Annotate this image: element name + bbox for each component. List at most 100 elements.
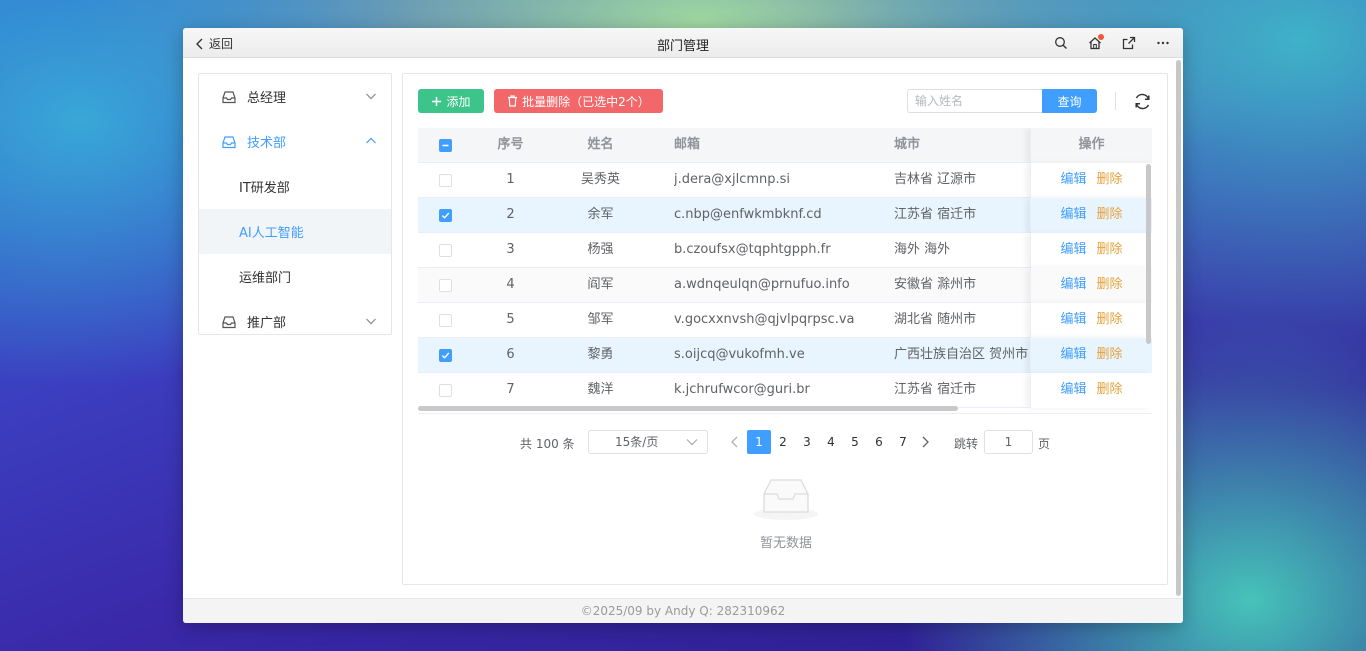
page-number[interactable]: 6: [867, 430, 891, 454]
add-button[interactable]: 添加: [418, 89, 484, 113]
delete-link[interactable]: 删除: [1097, 268, 1123, 302]
inbox-icon: [221, 134, 237, 150]
edit-link[interactable]: 编辑: [1060, 163, 1086, 197]
chevron-down-icon: [365, 90, 377, 102]
edit-link[interactable]: 编辑: [1060, 303, 1086, 337]
table-row[interactable]: 5 邹军 v.gocxxnvsh@qjvlpqrpsc.va 湖北省 随州市 编辑 删除: [418, 303, 1152, 338]
sidebar-subitem-ops[interactable]: 运维部门: [199, 254, 391, 299]
delete-link[interactable]: 删除: [1097, 338, 1123, 372]
trash-icon: [508, 95, 518, 107]
cell-name: 吴秀英: [580, 172, 620, 187]
chevron-up-icon: [365, 135, 377, 147]
app-window: 返回 部门管理 总经理 技术部 IT研发部 AI人工智能 运维部门 推广部 添加…: [183, 28, 1183, 623]
page-number[interactable]: 5: [843, 430, 867, 454]
sidebar-item-label: 技术部: [247, 136, 287, 151]
row-checkbox[interactable]: [439, 209, 452, 222]
page-number[interactable]: 4: [819, 430, 843, 454]
cell-email: j.dera@xjlcmnp.si: [674, 172, 791, 187]
table-row[interactable]: 2 余军 c.nbp@enfwkmbknf.cd 江苏省 宿迁市 编辑 删除: [418, 198, 1152, 233]
next-page-icon[interactable]: [919, 435, 931, 449]
cell-ops: 编辑 删除: [1030, 303, 1152, 338]
page-number[interactable]: 3: [795, 430, 819, 454]
cell-name: 余军: [587, 207, 614, 222]
column-header-no[interactable]: 序号: [473, 128, 548, 163]
page-number[interactable]: 1: [747, 430, 771, 454]
row-checkbox[interactable]: [439, 349, 452, 362]
search-button[interactable]: 查询: [1042, 89, 1097, 113]
row-checkbox[interactable]: [439, 384, 452, 397]
cell-no: 4: [506, 277, 515, 292]
jump-page-input[interactable]: [984, 430, 1033, 454]
cell-ops: 编辑 删除: [1030, 338, 1152, 373]
edit-link[interactable]: 编辑: [1060, 373, 1086, 407]
column-header-city[interactable]: 城市: [894, 128, 1030, 163]
department-sidebar: 总经理 技术部 IT研发部 AI人工智能 运维部门 推广部: [198, 73, 392, 335]
delete-link[interactable]: 删除: [1097, 198, 1123, 232]
delete-link[interactable]: 删除: [1097, 163, 1123, 197]
window-scrollbar[interactable]: [1176, 60, 1181, 596]
table-row[interactable]: 6 黎勇 s.oijcq@vukofmh.ve 广西壮族自治区 贺州市 编辑 删除: [418, 338, 1152, 373]
inbox-icon: [221, 314, 237, 330]
home-icon[interactable]: [1085, 33, 1105, 53]
pagination-total: 共 100 条: [520, 437, 575, 451]
row-select-cell: [418, 198, 473, 233]
column-header-name[interactable]: 姓名: [548, 128, 653, 163]
employee-panel: 添加 批量删除（已选中2个） 查询: [402, 73, 1168, 585]
sidebar-subitem-it-rd[interactable]: IT研发部: [199, 164, 391, 209]
edit-link[interactable]: 编辑: [1060, 268, 1086, 302]
column-header-email[interactable]: 邮箱: [674, 128, 894, 163]
more-icon[interactable]: [1153, 33, 1173, 53]
page-number[interactable]: 2: [771, 430, 795, 454]
sidebar-item-tech-dept[interactable]: 技术部: [199, 119, 391, 164]
edit-link[interactable]: 编辑: [1060, 338, 1086, 372]
inbox-icon: [221, 89, 237, 105]
sidebar-item-general-manager[interactable]: 总经理: [199, 74, 391, 119]
cell-city: 江苏省 宿迁市: [894, 207, 977, 222]
cell-ops: 编辑 删除: [1030, 198, 1152, 233]
cell-ops: 编辑 删除: [1030, 163, 1152, 198]
table-body: 1 吴秀英 j.dera@xjlcmnp.si 吉林省 辽源市 编辑 删除 2 余军 c.nbp…: [418, 163, 1152, 408]
delete-link[interactable]: 删除: [1097, 303, 1123, 337]
delete-link[interactable]: 删除: [1097, 373, 1123, 407]
delete-link[interactable]: 删除: [1097, 233, 1123, 267]
row-checkbox[interactable]: [439, 279, 452, 292]
table-row[interactable]: 4 阎军 a.wdnqeulqn@prnufuo.info 安徽省 滁州市 编辑 删除: [418, 268, 1152, 303]
cell-no: 1: [506, 172, 515, 187]
title-bar: 返回 部门管理: [183, 28, 1183, 58]
row-checkbox[interactable]: [439, 314, 452, 327]
table-row[interactable]: 1 吴秀英 j.dera@xjlcmnp.si 吉林省 辽源市 编辑 删除: [418, 163, 1152, 198]
cell-email: v.gocxxnvsh@qjvlpqrpsc.va: [674, 312, 855, 327]
row-checkbox[interactable]: [439, 174, 452, 187]
cell-no: 7: [506, 382, 515, 397]
main-content: 总经理 技术部 IT研发部 AI人工智能 运维部门 推广部 添加 批量删除（已选…: [183, 58, 1183, 598]
name-search-input[interactable]: [907, 89, 1042, 113]
table-row[interactable]: 7 魏洋 k.jchrufwcor@guri.br 江苏省 宿迁市 编辑 删除: [418, 373, 1152, 408]
row-checkbox[interactable]: [439, 244, 452, 257]
select-all-checkbox[interactable]: [439, 139, 452, 152]
cell-name: 阎军: [587, 277, 614, 292]
refresh-icon[interactable]: [1133, 92, 1152, 111]
chevron-down-icon: [365, 315, 377, 327]
sidebar-subitem-ai[interactable]: AI人工智能: [199, 209, 391, 254]
open-external-icon[interactable]: [1119, 33, 1139, 53]
cell-city: 海外 海外: [894, 242, 951, 257]
horizontal-scrollbar[interactable]: [418, 406, 958, 411]
row-select-cell: [418, 233, 473, 268]
cell-city: 江苏省 宿迁市: [894, 382, 977, 397]
row-select-cell: [418, 268, 473, 303]
edit-link[interactable]: 编辑: [1060, 233, 1086, 267]
empty-box-icon: [754, 479, 818, 520]
vertical-scrollbar[interactable]: [1146, 164, 1151, 344]
edit-link[interactable]: 编辑: [1060, 198, 1086, 232]
prev-page-icon[interactable]: [729, 435, 741, 449]
sidebar-item-promotion-dept[interactable]: 推广部: [199, 299, 391, 344]
table-row[interactable]: 3 杨强 b.czoufsx@tqphtgpph.fr 海外 海外 编辑 删除: [418, 233, 1152, 268]
page-number[interactable]: 7: [891, 430, 915, 454]
cell-email: c.nbp@enfwkmbknf.cd: [674, 207, 822, 222]
search-icon[interactable]: [1051, 33, 1071, 53]
notification-dot: [1098, 34, 1104, 40]
batch-delete-button[interactable]: 批量删除（已选中2个）: [494, 89, 663, 113]
row-select-cell: [418, 373, 473, 408]
select-all-cell: [418, 128, 473, 163]
page-size-select[interactable]: 15条/页: [588, 430, 708, 454]
